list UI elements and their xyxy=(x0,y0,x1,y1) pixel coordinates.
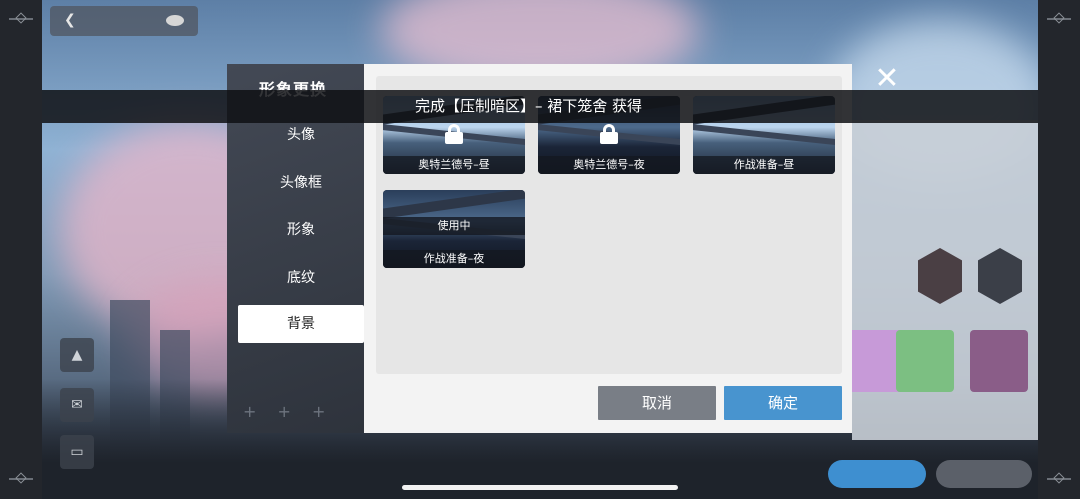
left-frame xyxy=(0,0,42,499)
toast-text: 完成【压制暗区】– 裙下笼舍 获得 xyxy=(415,97,643,115)
nav-item-avatar-frame[interactable]: 头像框 xyxy=(238,164,364,202)
eye-icon[interactable] xyxy=(166,15,184,26)
sidebar-decor: + + + xyxy=(243,402,334,421)
lock-icon xyxy=(600,124,618,144)
badge-decor xyxy=(918,248,962,304)
in-use-badge: 使用中 xyxy=(383,217,525,235)
tile-caption: 作战准备–昼 xyxy=(693,156,835,174)
character-thumb xyxy=(970,330,1028,392)
frame-dot xyxy=(15,472,27,484)
unlock-toast: 完成【压制暗区】– 裙下笼舍 获得 xyxy=(42,90,1038,123)
lock-icon xyxy=(445,124,463,144)
cancel-button[interactable]: 取消 xyxy=(598,386,716,420)
profile-card-background xyxy=(846,120,1038,440)
back-arrow-icon[interactable]: ❮ xyxy=(64,12,76,28)
background-button xyxy=(828,460,926,488)
badge-decor xyxy=(978,248,1022,304)
nav-item-pattern[interactable]: 底纹 xyxy=(238,259,364,297)
nav-item-background[interactable]: 背景 xyxy=(238,305,364,343)
nav-item-appearance[interactable]: 形象 xyxy=(238,211,364,249)
hud-button[interactable]: ▲ xyxy=(60,338,94,372)
background-tile-selected[interactable]: 使用中 作战准备–夜 xyxy=(383,190,525,268)
hud-button[interactable]: ✉ xyxy=(60,388,94,422)
home-indicator[interactable] xyxy=(402,485,678,490)
tile-caption: 奥特兰德号–昼 xyxy=(383,156,525,174)
confirm-button[interactable]: 确定 xyxy=(724,386,842,420)
tile-caption: 作战准备–夜 xyxy=(383,250,525,268)
frame-dot xyxy=(1053,12,1065,24)
hud-button[interactable]: ▭ xyxy=(60,435,94,469)
top-left-controls[interactable]: ❮ xyxy=(50,6,198,36)
right-frame xyxy=(1038,0,1080,499)
frame-dot xyxy=(1053,472,1065,484)
tile-caption: 奥特兰德号–夜 xyxy=(538,156,680,174)
frame-dot xyxy=(15,12,27,24)
character-thumb xyxy=(896,330,954,392)
background-button xyxy=(936,460,1032,488)
